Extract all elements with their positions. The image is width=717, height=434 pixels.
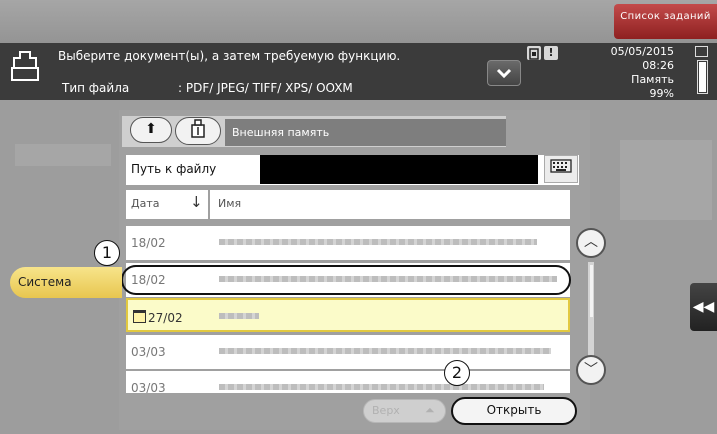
- instruction-message: Выберите документ(ы), а затем требуемую …: [58, 49, 401, 63]
- file-date-text: 27/02: [148, 311, 183, 325]
- file-date: 27/02: [133, 310, 183, 325]
- callout-number-1: 1: [94, 240, 120, 266]
- file-type-value: : PDF/ JPEG/ TIFF/ XPS/ OOXM: [178, 81, 353, 95]
- chevron-down-icon: ﹀: [584, 362, 598, 378]
- file-row[interactable]: 18/02: [126, 226, 570, 260]
- memory-value: 99%: [649, 87, 674, 100]
- status-device-icon: [527, 46, 541, 60]
- folder-icon: [133, 310, 146, 323]
- expand-message-button[interactable]: [487, 60, 521, 86]
- callout-number-2: 2: [444, 360, 470, 386]
- open-button-label: Открыть: [486, 403, 542, 417]
- file-row[interactable]: 03/03: [126, 371, 570, 393]
- location-text: Внешняя память: [232, 126, 330, 139]
- file-type-label: Тип файла: [62, 81, 130, 95]
- scroll-up-button[interactable]: ︿: [576, 228, 606, 258]
- up-arrow-icon: ⬆: [145, 121, 157, 137]
- double-chevron-up-icon: ⏶: [425, 403, 435, 417]
- file-row-selected[interactable]: 27/02: [126, 298, 570, 332]
- memory-gauge-fill: [699, 62, 706, 92]
- usb-memory-icon: [175, 117, 221, 145]
- disabled-right-panel: [620, 140, 712, 220]
- alert-icon: !: [544, 46, 558, 60]
- scrollbar-thumb[interactable]: [590, 265, 593, 317]
- top-button-label: Верх: [372, 404, 400, 417]
- double-chevron-left-icon: ◀◀: [692, 299, 715, 315]
- file-name-blurred: [219, 313, 259, 319]
- top-band: [0, 0, 717, 43]
- document-icon: [10, 50, 40, 90]
- collapse-panel-button[interactable]: ◀◀: [690, 283, 717, 331]
- file-row[interactable]: 03/03: [126, 335, 570, 369]
- parent-folder-button[interactable]: ⬆: [130, 117, 172, 143]
- scroll-down-button[interactable]: ﹀: [576, 355, 606, 385]
- time-display: 08:26: [642, 59, 674, 72]
- file-path-label: Путь к файлу: [131, 162, 217, 176]
- keyboard-button[interactable]: [544, 155, 578, 183]
- file-name-blurred: [219, 239, 537, 245]
- chevron-up-icon: ︿: [584, 234, 598, 250]
- envelope-icon: [695, 46, 708, 57]
- job-list-button[interactable]: Список заданий: [614, 4, 717, 39]
- file-date: 18/02: [131, 236, 166, 250]
- file-name-blurred: [219, 348, 551, 354]
- callout-outline-1: [121, 265, 571, 295]
- chevron-down-icon: [496, 68, 512, 79]
- column-name-label: Имя: [218, 197, 242, 210]
- file-name-blurred: [219, 384, 544, 390]
- memory-label: Память: [631, 73, 674, 86]
- system-button-label: Система: [18, 275, 72, 289]
- keyboard-icon: [550, 159, 572, 173]
- date-display: 05/05/2015: [610, 45, 674, 58]
- memory-gauge: [697, 60, 708, 94]
- disabled-left-tab: [15, 144, 111, 166]
- sort-down-arrow-icon: ↓: [190, 193, 203, 211]
- column-date-label: Дата: [131, 197, 160, 210]
- file-date: 03/03: [131, 345, 166, 359]
- column-header-name[interactable]: [210, 190, 570, 219]
- file-date: 03/03: [131, 381, 166, 393]
- file-path-field[interactable]: [260, 155, 538, 184]
